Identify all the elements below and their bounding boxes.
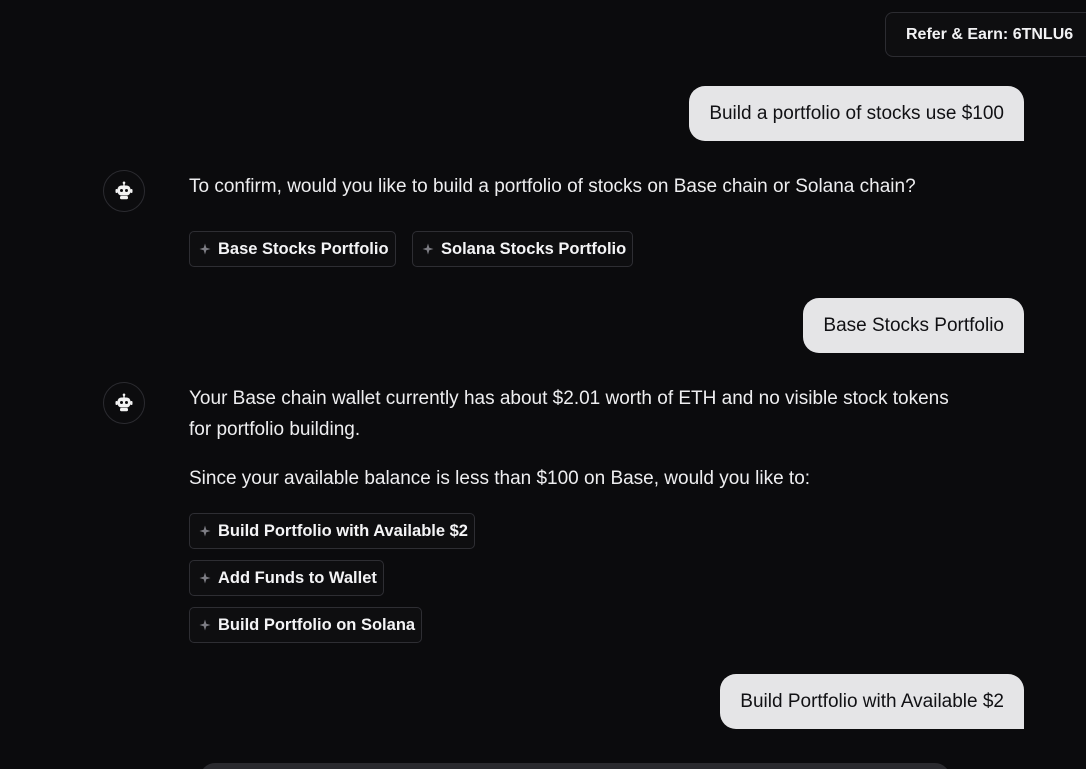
- sparkle-icon: [199, 243, 211, 255]
- suggestion-build-portfolio-solana[interactable]: Build Portfolio on Solana: [189, 607, 423, 643]
- suggestion-add-funds[interactable]: Add Funds to Wallet: [189, 560, 384, 596]
- suggestion-label: Build Portfolio on Solana: [218, 615, 416, 634]
- user-message-bubble: Build Portfolio with Available $2: [720, 674, 1024, 729]
- robot-icon: [115, 393, 133, 412]
- suggestion-label: Solana Stocks Portfolio: [441, 239, 627, 258]
- sparkle-icon: [422, 243, 434, 255]
- suggestion-solana-stocks-portfolio[interactable]: Solana Stocks Portfolio: [412, 231, 634, 267]
- assistant-avatar: [103, 170, 145, 212]
- refer-earn-button[interactable]: Refer & Earn: 6TNLU6: [885, 12, 1086, 57]
- chat-input-box[interactable]: [200, 763, 950, 769]
- sparkle-icon: [199, 619, 211, 631]
- user-message-bubble: Build a portfolio of stocks use $100: [689, 86, 1024, 141]
- sparkle-icon: [199, 525, 211, 537]
- user-message-bubble: Base Stocks Portfolio: [803, 298, 1024, 353]
- suggestion-label: Build Portfolio with Available $2: [218, 521, 468, 540]
- robot-icon: [115, 181, 133, 200]
- assistant-message: To confirm, would you like to build a po…: [189, 176, 916, 197]
- suggestion-build-portfolio-available[interactable]: Build Portfolio with Available $2: [189, 513, 475, 549]
- suggestion-label: Add Funds to Wallet: [218, 568, 377, 587]
- chat-page: Refer & Earn: 6TNLU6 Build a portfolio o…: [0, 0, 1086, 769]
- assistant-message: Your Base chain wallet currently has abo…: [189, 388, 949, 440]
- sparkle-icon: [199, 572, 211, 584]
- assistant-avatar: [103, 382, 145, 424]
- assistant-message: Since your available balance is less tha…: [189, 468, 811, 489]
- suggestion-label: Base Stocks Portfolio: [218, 239, 389, 258]
- suggestion-base-stocks-portfolio[interactable]: Base Stocks Portfolio: [189, 231, 396, 267]
